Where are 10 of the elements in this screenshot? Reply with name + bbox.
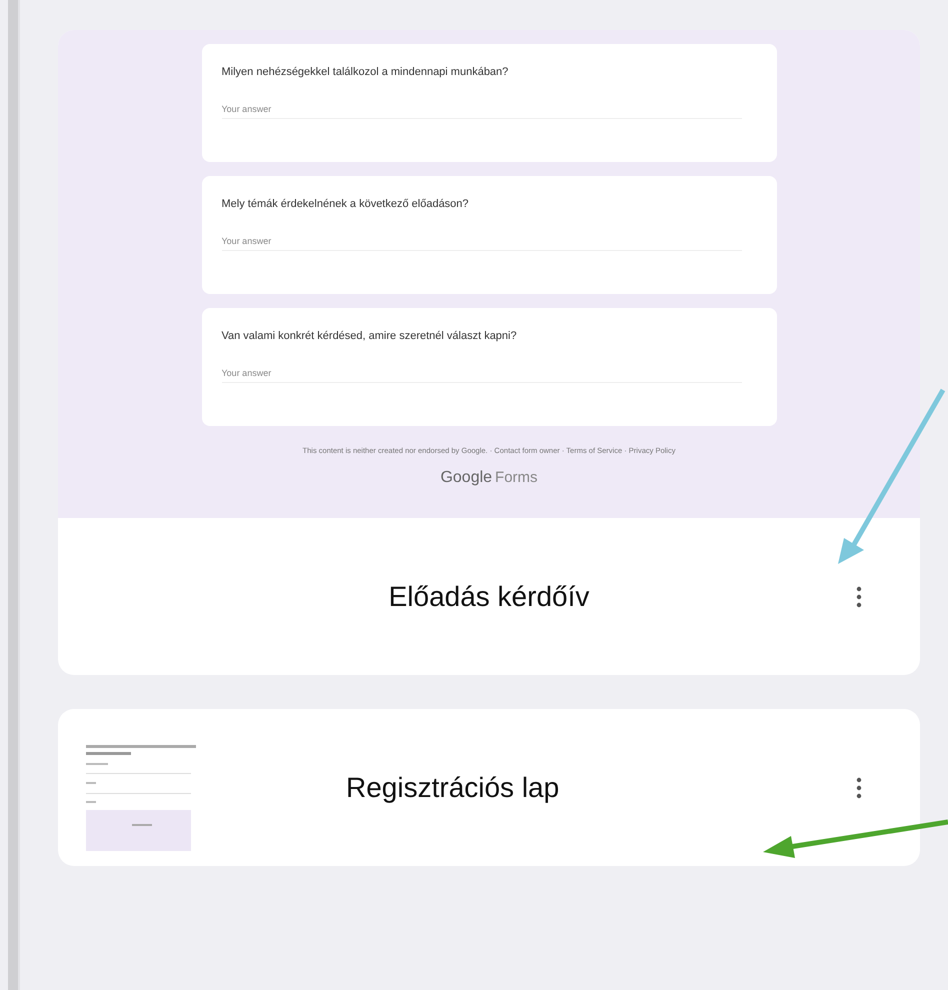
form-title: Regisztrációs lap bbox=[346, 772, 560, 804]
form-card[interactable]: Regisztrációs lap bbox=[58, 709, 920, 866]
question-text: Milyen nehézségekkel találkozol a mindennapi munkában? bbox=[222, 66, 510, 78]
brand-product: Forms bbox=[495, 469, 538, 486]
question-text: Mely témák érdekelnének a következő előadáson? bbox=[222, 198, 470, 210]
question-text: Van valami konkrét kérdésed, amire szeretnél választ kapni? bbox=[222, 330, 518, 342]
more-icon bbox=[856, 777, 862, 799]
brand-logo: Google bbox=[440, 469, 492, 487]
form-title: Előadás kérdőív bbox=[388, 580, 590, 612]
more-icon bbox=[856, 586, 862, 608]
